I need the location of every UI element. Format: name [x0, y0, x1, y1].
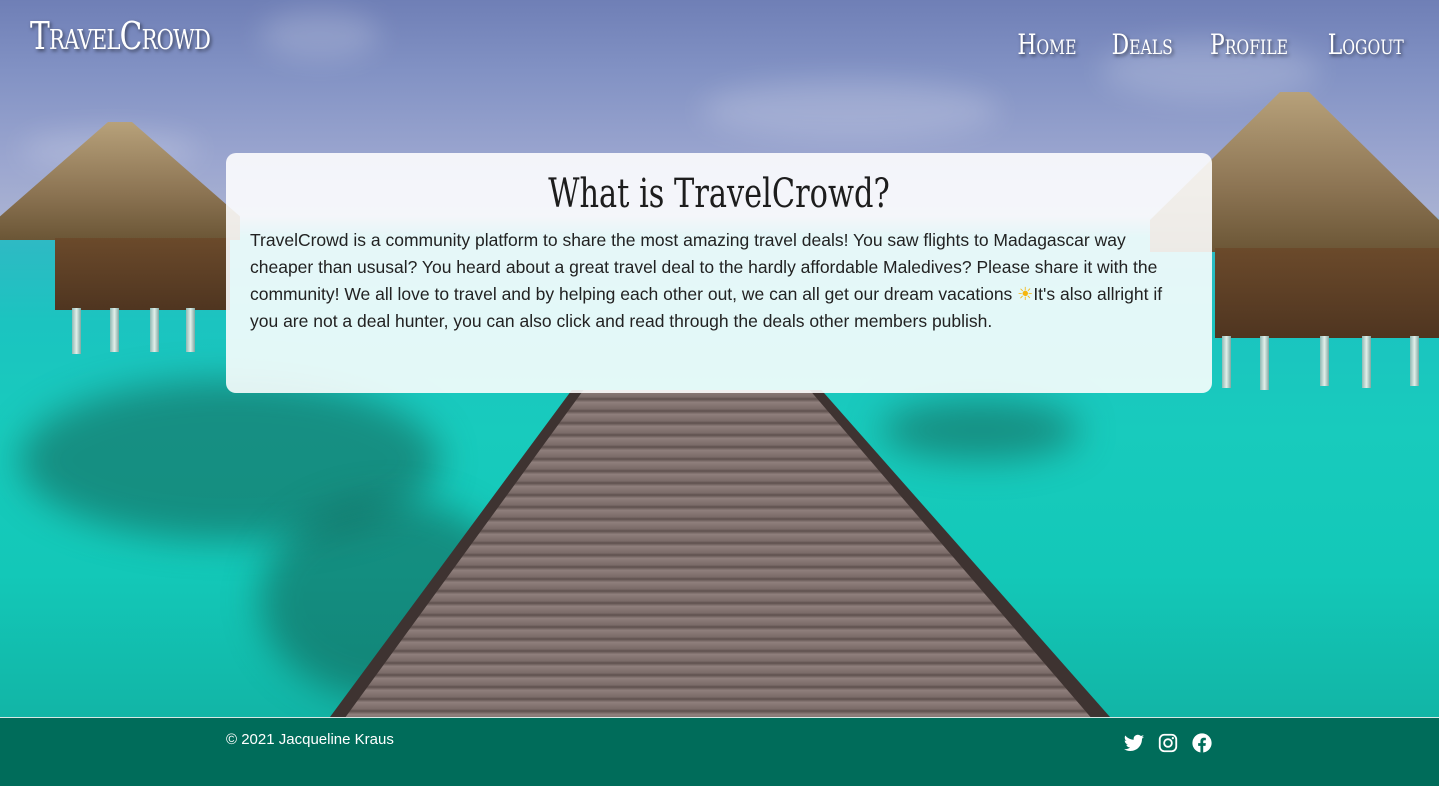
copyright-text: © 2021 Jacqueline Kraus: [226, 731, 394, 748]
brand-logo[interactable]: TravelCrowd: [30, 14, 211, 58]
about-card: What is TravelCrowd? TravelCrowd is a co…: [226, 153, 1212, 393]
about-text: TravelCrowd is a community platform to s…: [250, 227, 1188, 335]
social-links: [1123, 732, 1213, 754]
facebook-icon[interactable]: [1191, 732, 1213, 754]
nav-home[interactable]: Home: [1017, 28, 1076, 61]
page: TravelCrowd Home Deals Profile Logout Wh…: [0, 0, 1439, 786]
sun-icon: ☀: [1017, 284, 1034, 304]
instagram-icon[interactable]: [1157, 732, 1179, 754]
nav-profile[interactable]: Profile: [1210, 28, 1288, 61]
nav-deals[interactable]: Deals: [1112, 28, 1173, 61]
nav-logout[interactable]: Logout: [1328, 28, 1404, 61]
main-nav: Home Deals Profile Logout: [1015, 28, 1409, 61]
about-title: What is TravelCrowd?: [548, 171, 890, 217]
footer: © 2021 Jacqueline Kraus: [0, 717, 1439, 786]
twitter-icon[interactable]: [1123, 732, 1145, 754]
